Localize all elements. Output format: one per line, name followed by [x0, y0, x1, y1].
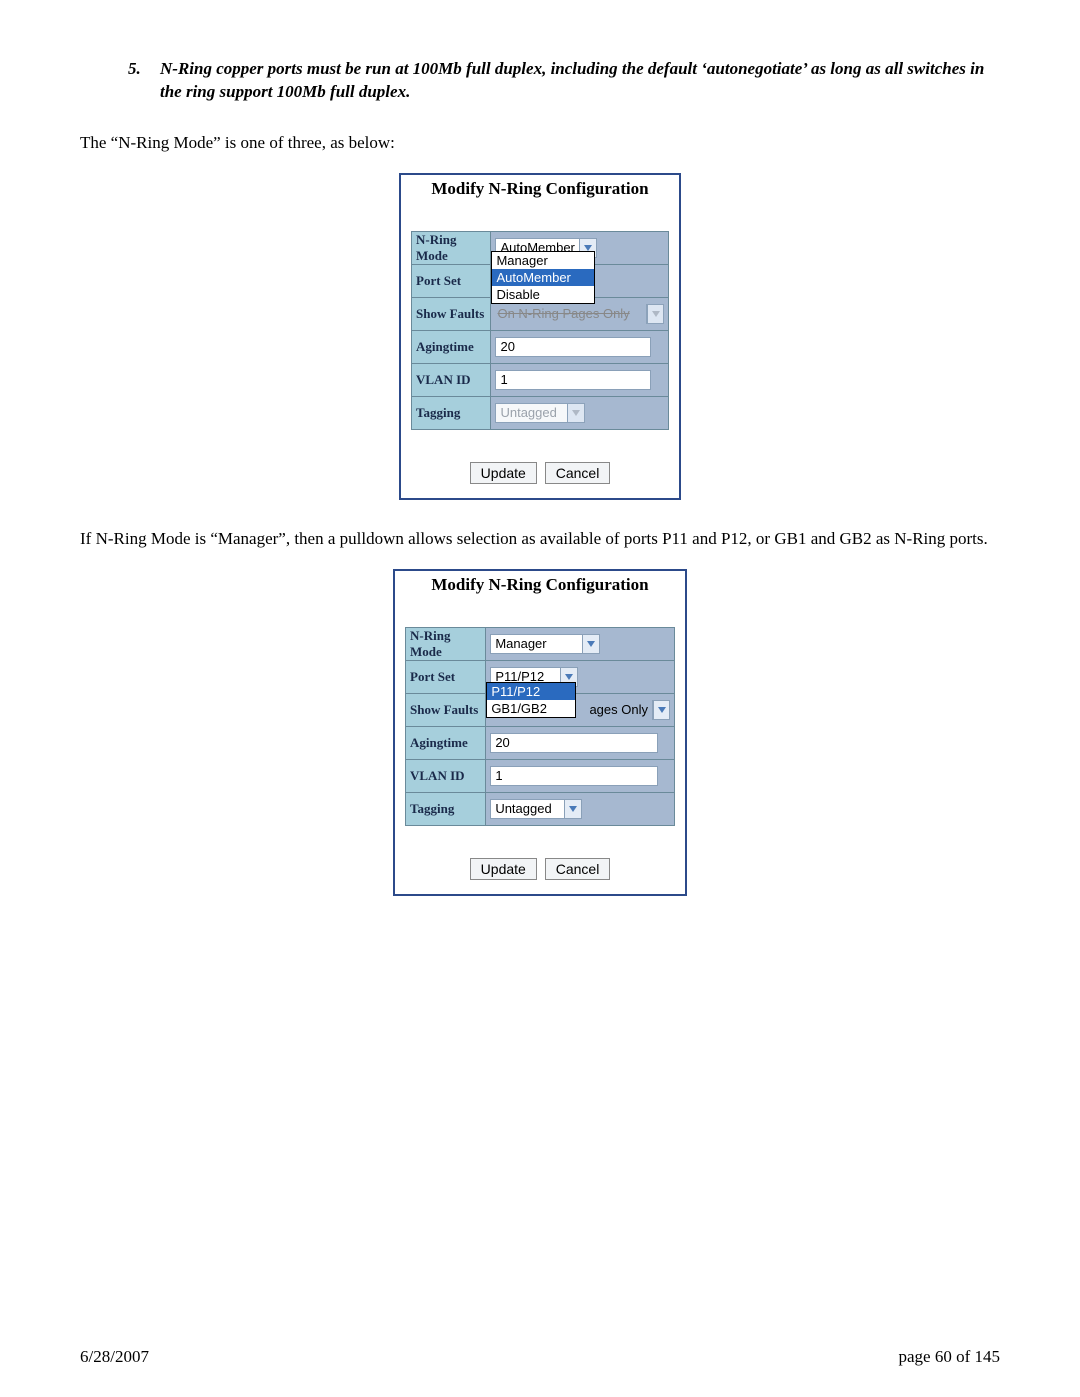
vlan-id-input[interactable]: 1 — [495, 370, 651, 390]
label-agingtime: Agingtime — [406, 735, 485, 751]
chevron-down-icon — [653, 701, 669, 719]
tagging-select: Untagged — [495, 403, 585, 423]
label-port-set: Port Set — [406, 669, 485, 685]
label-tagging: Tagging — [406, 801, 485, 817]
label-show-faults: Show Faults — [406, 702, 485, 718]
label-vlan-id: VLAN ID — [412, 372, 490, 388]
list-item-text: N-Ring copper ports must be run at 100Mb… — [160, 58, 1000, 104]
panel-title: Modify N-Ring Configuration — [401, 175, 679, 201]
dropdown-item-manager[interactable]: Manager — [492, 252, 594, 269]
label-show-faults: Show Faults — [412, 306, 490, 322]
list-item-5: 5. N-Ring copper ports must be run at 10… — [128, 58, 1000, 104]
cancel-button[interactable]: Cancel — [545, 462, 611, 484]
dropdown-item-disable[interactable]: Disable — [492, 286, 594, 303]
show-faults-select-arrow[interactable] — [652, 700, 670, 720]
label-nring-mode: N-Ring Mode — [406, 628, 485, 660]
page-footer: 6/28/2007 page 60 of 145 — [80, 1347, 1000, 1367]
footer-date: 6/28/2007 — [80, 1347, 149, 1367]
update-button[interactable]: Update — [470, 462, 537, 484]
config-table: N-Ring Mode Manager Port — [405, 627, 675, 826]
panel-button-row: Update Cancel — [401, 430, 679, 498]
label-vlan-id: VLAN ID — [406, 768, 485, 784]
panel-button-row: Update Cancel — [395, 826, 685, 894]
obscured-show-faults-text: On N-Ring Pages Only — [497, 306, 644, 321]
dropdown-item-gb1gb2[interactable]: GB1/GB2 — [487, 700, 575, 717]
vlan-id-input[interactable]: 1 — [490, 766, 658, 786]
label-agingtime: Agingtime — [412, 339, 490, 355]
chevron-down-icon — [564, 800, 581, 818]
dropdown-item-p11p12[interactable]: P11/P12 — [487, 683, 575, 700]
list-item-number: 5. — [128, 58, 160, 104]
show-faults-select-arrow — [646, 304, 664, 324]
chevron-down-icon — [567, 404, 584, 422]
dropdown-item-automember[interactable]: AutoMember — [492, 269, 594, 286]
nring-config-panel-automember: Modify N-Ring Configuration N-Ring Mode … — [399, 173, 681, 500]
show-faults-partial-text: ages Only — [589, 702, 648, 717]
cancel-button[interactable]: Cancel — [545, 858, 611, 880]
nring-mode-dropdown[interactable]: Manager AutoMember Disable — [491, 251, 595, 304]
chevron-down-icon — [582, 635, 599, 653]
panel-title: Modify N-Ring Configuration — [395, 571, 685, 597]
update-button[interactable]: Update — [470, 858, 537, 880]
nring-mode-select[interactable]: Manager — [490, 634, 600, 654]
label-port-set: Port Set — [412, 273, 490, 289]
label-nring-mode: N-Ring Mode — [412, 232, 490, 264]
chevron-down-icon — [647, 305, 663, 323]
port-set-dropdown[interactable]: P11/P12 GB1/GB2 — [486, 682, 576, 718]
agingtime-input[interactable]: 20 — [490, 733, 658, 753]
paragraph-intro: The “N-Ring Mode” is one of three, as be… — [80, 132, 1000, 155]
agingtime-input[interactable]: 20 — [495, 337, 651, 357]
footer-page: page 60 of 145 — [898, 1347, 1000, 1367]
paragraph-manager: If N-Ring Mode is “Manager”, then a pull… — [80, 528, 1000, 551]
label-tagging: Tagging — [412, 405, 490, 421]
nring-config-panel-manager: Modify N-Ring Configuration N-Ring Mode … — [393, 569, 687, 896]
config-table: N-Ring Mode AutoMember Po — [411, 231, 669, 430]
tagging-select[interactable]: Untagged — [490, 799, 582, 819]
